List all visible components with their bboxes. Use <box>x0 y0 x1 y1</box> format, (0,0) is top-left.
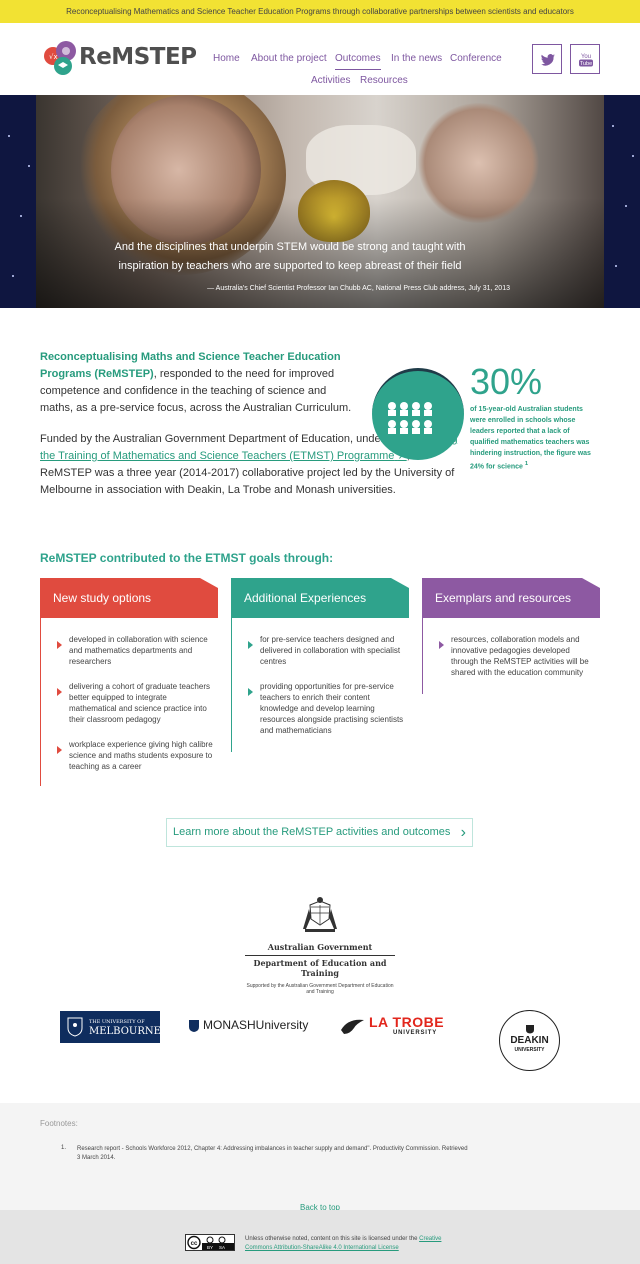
hero-quote: And the disciplines that underpin STEM w… <box>114 241 466 272</box>
logo-text: ReMSTEP <box>79 44 197 70</box>
hero-banner: And the disciplines that underpin STEM w… <box>0 95 640 308</box>
svg-text:√x: √x <box>49 53 58 61</box>
svg-text:SA: SA <box>219 1245 225 1250</box>
nav-activities[interactable]: Activities <box>311 75 350 86</box>
license-text: Unless otherwise noted, content on this … <box>245 1236 442 1251</box>
nav-outcomes[interactable]: Outcomes <box>335 53 381 70</box>
goal-card-study-options: New study options developed in collabora… <box>40 578 218 786</box>
gov-logo: Australian Government Department of Educ… <box>245 895 395 995</box>
goal-item: resources, collaboration models and inno… <box>439 634 596 678</box>
goal-card-title: Additional Experiences <box>231 578 409 618</box>
goal-card-experiences: Additional Experiences for pre-service t… <box>231 578 409 752</box>
goal-item: for pre-service teachers designed and de… <box>248 634 405 667</box>
footnote-number: 1. <box>61 1145 67 1151</box>
svg-text:Tube: Tube <box>580 61 592 67</box>
chevron-right-icon: › <box>460 824 466 841</box>
gov-department: Department of Education and Training <box>253 958 387 978</box>
melbourne-crest-icon <box>67 1017 83 1037</box>
deakin-crest-icon <box>526 1025 534 1034</box>
footnote-text: Research report - Schools Workforce 2012… <box>77 1146 468 1161</box>
nav-resources[interactable]: Resources <box>360 75 408 86</box>
nav-about[interactable]: About the project <box>251 53 327 64</box>
goal-item: providing opportunities for pre-service … <box>248 682 404 735</box>
nav-conference[interactable]: Conference <box>450 53 502 64</box>
hero-photo <box>36 95 604 308</box>
footnotes-label: Footnotes: <box>40 1119 78 1128</box>
monash-shield-icon <box>189 1020 199 1032</box>
latrobe-bird-icon <box>341 1019 364 1034</box>
svg-text:BY: BY <box>207 1245 213 1250</box>
students-icon <box>388 402 432 434</box>
gov-support-text: Supported by the Australian Government D… <box>246 983 394 995</box>
youtube-button[interactable]: You Tube <box>570 44 600 74</box>
twitter-icon <box>541 54 555 66</box>
goals-title: ReMSTEP contributed to the ETMST goals t… <box>40 551 334 565</box>
footnotes: Footnotes: 1. Research report - Schools … <box>0 1103 640 1210</box>
logo-link[interactable]: √x ReMSTEP <box>41 40 206 82</box>
coat-of-arms-icon <box>303 897 337 932</box>
footer: cc BY SA Unless otherwise noted, content… <box>0 1210 640 1264</box>
melbourne-logo: THE UNIVERSITY OF MELBOURNE <box>60 1011 161 1043</box>
svg-text:cc: cc <box>191 1241 198 1247</box>
monash-logo: MONASHUniversity <box>188 1017 313 1037</box>
youtube-icon: YouTube <box>579 54 593 67</box>
deakin-logo: DEAKIN UNIVERSITY <box>499 1010 560 1071</box>
goal-item: workplace experience giving high calibre… <box>57 740 213 771</box>
stat-description: of 15-year-old Australian students were … <box>470 406 591 471</box>
goal-card-title: New study options <box>40 578 218 618</box>
goal-card-exemplars: Exemplars and resources resources, colla… <box>422 578 600 694</box>
page: Reconceptualising Mathematics and Scienc… <box>0 0 640 1264</box>
goal-item: developed in collaboration with science … <box>57 634 214 667</box>
goal-item: delivering a cohort of graduate teachers… <box>57 681 214 725</box>
hero-citation: — Australia's Chief Scientist Professor … <box>207 285 510 292</box>
svg-text:You: You <box>581 54 591 60</box>
stat-value: 30% <box>470 361 543 402</box>
remstep-logo-icon: √x <box>44 41 76 75</box>
top-banner: Reconceptualising Mathematics and Scienc… <box>0 0 640 23</box>
goal-card-title: Exemplars and resources <box>422 578 600 618</box>
learn-more-button[interactable]: Learn more about the ReMSTEP activities … <box>166 818 473 847</box>
creative-commons-icon: cc BY SA <box>186 1235 234 1250</box>
stat-circle <box>372 368 464 460</box>
latrobe-logo: LA TROBE UNIVERSITY <box>340 1013 444 1039</box>
cc-license-badge[interactable]: cc BY SA <box>185 1234 235 1251</box>
twitter-button[interactable] <box>532 44 562 74</box>
intro-paragraph-1: Reconceptualising Maths and Science Teac… <box>40 351 352 414</box>
nav-news[interactable]: In the news <box>391 53 442 64</box>
nav-home[interactable]: Home <box>213 53 240 64</box>
gov-name: Australian Government <box>245 942 395 956</box>
